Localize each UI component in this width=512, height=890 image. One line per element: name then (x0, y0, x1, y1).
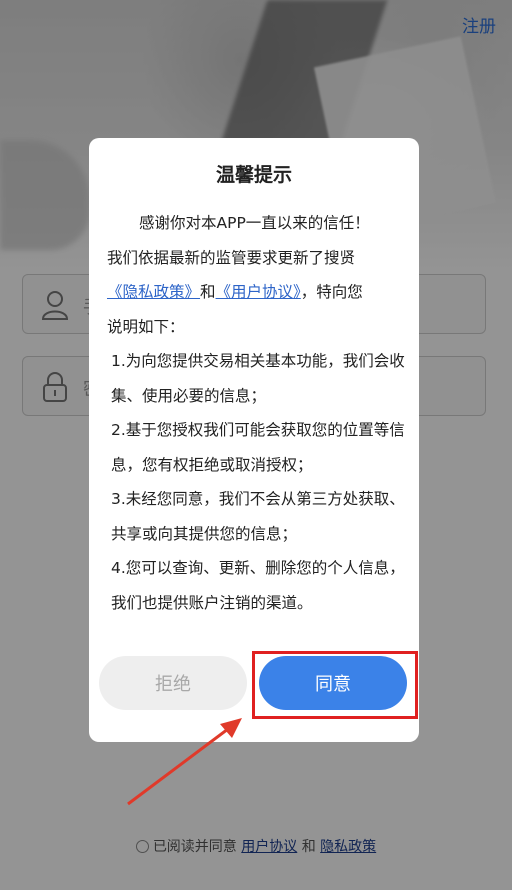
dialog-intro: 感谢你对本APP一直以来的信任！ (139, 214, 370, 232)
dialog-item: 2.基于您授权我们可能会获取您的位置等信息，您有权拒绝或取消授权； (111, 421, 405, 474)
dialog-item: 3.未经您同意，我们不会从第三方处获取、共享或向其提供您的信息； (111, 490, 405, 543)
highlight-box (252, 651, 418, 719)
dialog-item: 4.您可以查询、更新、删除您的个人信息，我们也提供账户注销的渠道。 (111, 559, 405, 612)
privacy-policy-doc-link[interactable]: 《隐私政策》 (107, 283, 200, 301)
dialog-body: 感谢你对本APP一直以来的信任！ 我们依据最新的监管要求更新了搜贤 《隐私政策》… (107, 206, 407, 620)
dialog-line: 我们依据最新的监管要求更新了搜贤 (107, 248, 356, 267)
dialog-title: 温馨提示 (215, 164, 292, 186)
reject-button[interactable]: 拒绝 (99, 656, 247, 710)
dialog-line: 说明如下： (107, 317, 185, 336)
dialog-and: 和 (200, 283, 216, 301)
user-agreement-doc-link[interactable]: 《用户协议》 (216, 283, 301, 301)
annotation-arrow-icon (127, 718, 242, 806)
dialog-links-line: 《隐私政策》和《用户协议》，特向您 (107, 275, 407, 310)
dialog-item: 1.为向您提供交易相关基本功能，我们会收集、使用必要的信息； (111, 352, 405, 405)
dialog-line-tail: ，特向您 (300, 283, 363, 301)
